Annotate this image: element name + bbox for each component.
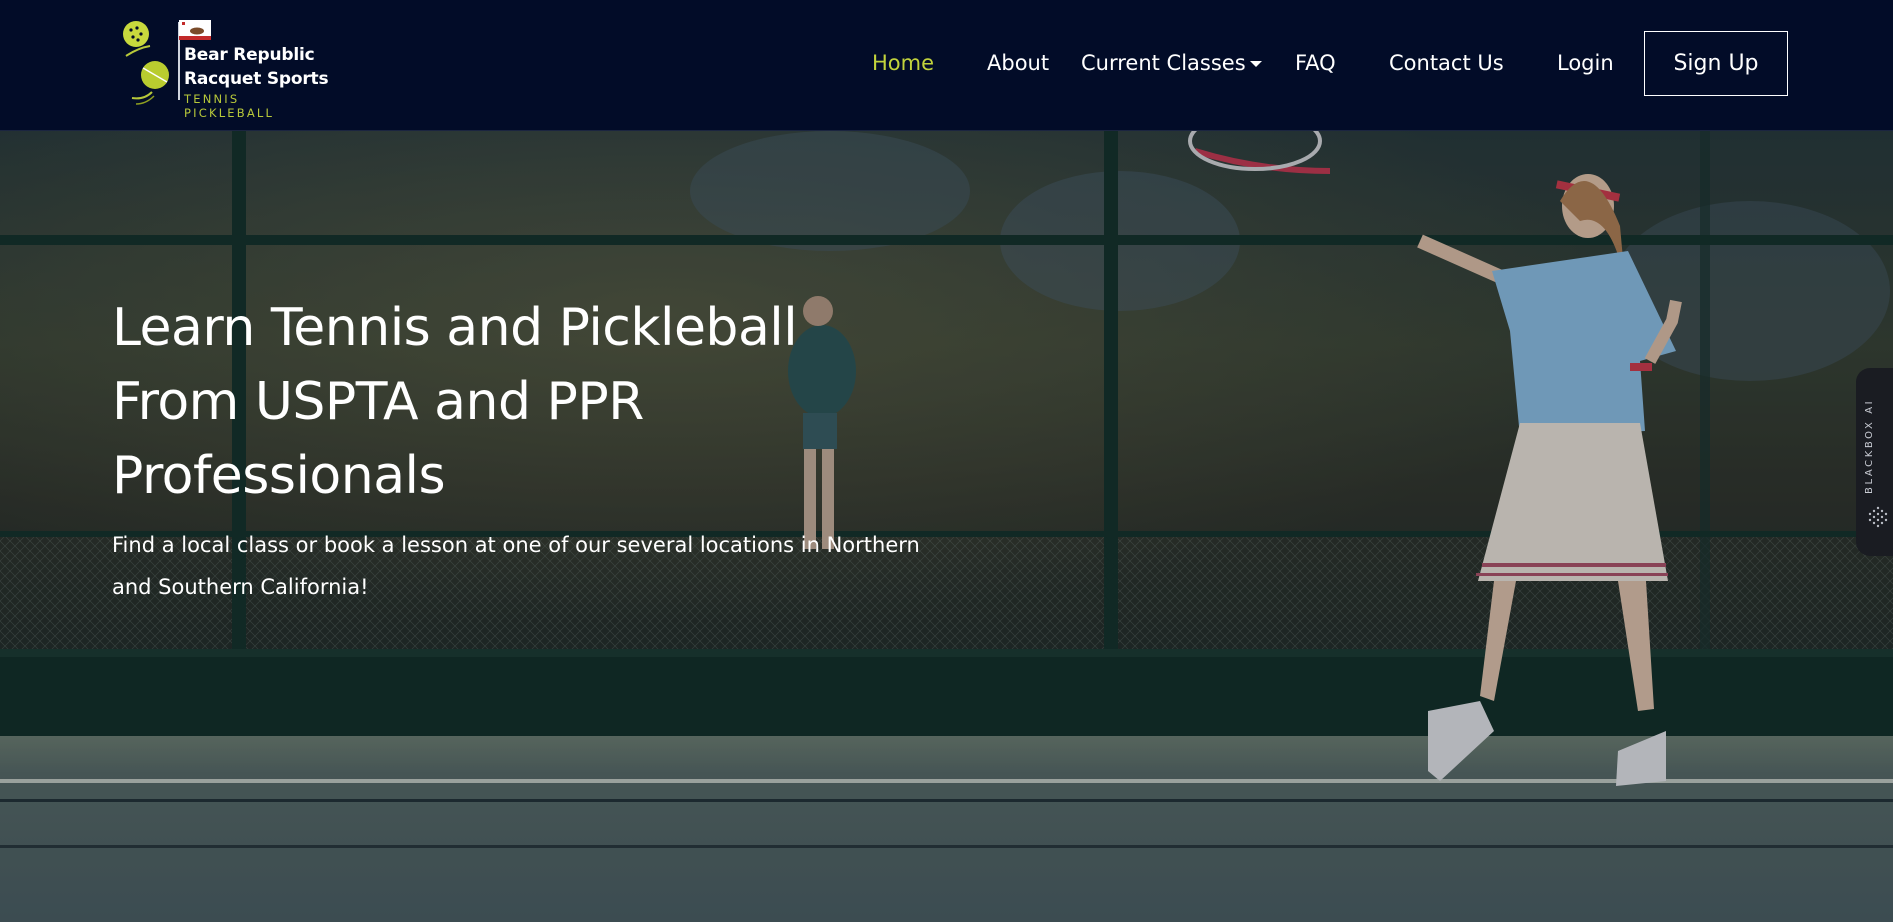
hero-subtitle-line1: Find a local class or book a lesson at o… xyxy=(112,533,920,557)
top-navbar: Bear Republic Racquet Sports TENNIS PICK… xyxy=(0,0,1893,131)
hero-title-line2: From USPTA and PPR xyxy=(112,372,644,432)
hero-subtitle: Find a local class or book a lesson at o… xyxy=(112,524,942,608)
nav-current-classes[interactable]: Current Classes xyxy=(1081,49,1262,77)
blackbox-ai-widget[interactable]: BLACKBOX AI xyxy=(1856,368,1893,556)
caret-down-icon xyxy=(1249,61,1262,67)
nav-login[interactable]: Login xyxy=(1557,49,1614,77)
nav-faq[interactable]: FAQ xyxy=(1295,49,1336,77)
main-nav: Home About Current Classes FAQ Contact U… xyxy=(0,0,1893,131)
nav-about[interactable]: About xyxy=(987,49,1049,77)
hero-section: Learn Tennis and Pickleball From USPTA a… xyxy=(0,131,1893,922)
hero-subtitle-line2: and Southern California! xyxy=(112,575,369,599)
nav-home[interactable]: Home xyxy=(872,49,934,77)
hero-title-line3: Professionals xyxy=(112,446,446,506)
blackbox-ai-label: BLACKBOX AI xyxy=(1864,398,1875,494)
blackbox-logo-icon xyxy=(1868,506,1888,528)
nav-contact-us[interactable]: Contact Us xyxy=(1389,49,1504,77)
hero-title-line1: Learn Tennis and Pickleball xyxy=(112,298,798,358)
sign-up-button[interactable]: Sign Up xyxy=(1644,31,1788,96)
nav-current-classes-label: Current Classes xyxy=(1081,51,1246,75)
hero-title: Learn Tennis and Pickleball From USPTA a… xyxy=(112,291,932,513)
